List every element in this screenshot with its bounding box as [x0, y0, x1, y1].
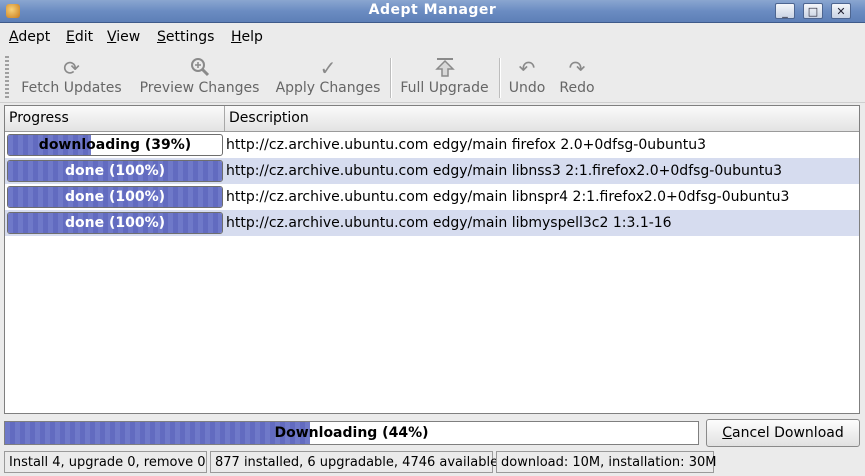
menu-mnemonic: S	[157, 29, 166, 45]
toolbar-grip[interactable]	[5, 56, 9, 98]
menu-mnemonic: A	[9, 29, 19, 45]
redo-button[interactable]: ↷ Redo	[556, 56, 598, 100]
row-progress-text: downloading (39%)	[38, 137, 192, 153]
close-button[interactable]: ✕	[831, 3, 851, 19]
menu-label: dit	[74, 29, 94, 45]
list-row[interactable]: done (100%) http://cz.archive.ubuntu.com…	[5, 210, 859, 236]
cancel-download-button[interactable]: Cancel Download	[706, 419, 860, 447]
preview-changes-button[interactable]: Preview Changes	[134, 56, 265, 100]
row-progress-text: done (100%)	[64, 163, 166, 179]
toolbar-separator	[390, 58, 392, 98]
list-row[interactable]: downloading (39%) http://cz.archive.ubun…	[5, 132, 859, 158]
menu-label: dept	[18, 29, 51, 45]
maximize-button[interactable]: □	[803, 3, 823, 19]
row-progress-text: done (100%)	[64, 215, 166, 231]
menu-mnemonic: E	[66, 29, 75, 45]
download-list[interactable]: Progress Description downloading (39%) h…	[4, 105, 860, 414]
menu-adept[interactable]: Adept	[9, 29, 50, 45]
row-progress-text: done (100%)	[64, 189, 166, 205]
menu-help[interactable]: Help	[231, 29, 263, 45]
row-description: http://cz.archive.ubuntu.com edgy/main f…	[226, 137, 707, 153]
full-upgrade-button[interactable]: Full Upgrade	[397, 56, 492, 100]
row-description: http://cz.archive.ubuntu.com edgy/main l…	[226, 189, 790, 205]
cancel-label: ancel Download	[732, 425, 844, 441]
row-progress-bar: downloading (39%)	[7, 134, 223, 156]
list-row[interactable]: done (100%) http://cz.archive.ubuntu.com…	[5, 184, 859, 210]
title-bar: Adept Manager _ □ ✕	[0, 0, 865, 23]
toolbar: ⟳ Fetch Updates Preview Changes ✓ Apply …	[0, 52, 865, 103]
redo-icon: ↷	[568, 56, 586, 80]
menu-settings[interactable]: Settings	[157, 29, 214, 45]
list-row[interactable]: done (100%) http://cz.archive.ubuntu.com…	[5, 158, 859, 184]
overall-progress-bar: Downloading (44%)	[4, 421, 699, 445]
upgrade-arrow-icon	[397, 56, 492, 80]
status-bar: Install 4, upgrade 0, remove 0 877 insta…	[0, 450, 865, 476]
undo-button[interactable]: ↶ Undo	[506, 56, 548, 100]
apply-changes-label: Apply Changes	[275, 80, 381, 96]
menu-view[interactable]: View	[107, 29, 140, 45]
menu-label: iew	[116, 29, 141, 45]
row-description: http://cz.archive.ubuntu.com edgy/main l…	[226, 163, 783, 179]
preview-changes-label: Preview Changes	[139, 80, 260, 96]
refresh-icon: ⟳	[63, 56, 80, 80]
menu-edit[interactable]: Edit	[66, 29, 93, 45]
apply-changes-button[interactable]: ✓ Apply Changes	[272, 56, 384, 100]
row-progress-bar: done (100%)	[7, 160, 223, 182]
undo-icon: ↶	[518, 56, 536, 80]
fetch-updates-label: Fetch Updates	[21, 80, 122, 96]
fetch-updates-button[interactable]: ⟳ Fetch Updates	[16, 56, 127, 100]
menu-label: ettings	[165, 29, 215, 45]
toolbar-separator	[499, 58, 501, 98]
cancel-mnemonic: C	[722, 425, 733, 441]
window-title: Adept Manager	[368, 2, 497, 18]
menu-mnemonic: V	[107, 29, 117, 45]
redo-label: Redo	[559, 80, 595, 96]
menu-label: elp	[241, 29, 263, 45]
full-upgrade-label: Full Upgrade	[400, 80, 489, 96]
menu-mnemonic: H	[231, 29, 242, 45]
minimize-button[interactable]: _	[775, 3, 795, 19]
row-progress-bar: done (100%)	[7, 186, 223, 208]
menu-bar: Adept Edit View Settings Help	[0, 23, 865, 51]
overall-progress-text: Downloading (44%)	[274, 425, 429, 441]
status-packages: 877 installed, 6 upgradable, 4746 availa…	[210, 451, 498, 473]
column-header-progress[interactable]: Progress	[5, 106, 225, 131]
column-header-description[interactable]: Description	[225, 106, 859, 131]
row-description: http://cz.archive.ubuntu.com edgy/main l…	[226, 215, 672, 231]
checkmark-icon: ✓	[319, 56, 337, 80]
zoom-icon	[134, 56, 265, 80]
undo-label: Undo	[508, 80, 546, 96]
status-sizes: download: 10M, installation: 30M	[496, 451, 716, 473]
list-header: Progress Description	[5, 106, 859, 132]
status-changes: Install 4, upgrade 0, remove 0	[4, 451, 207, 473]
row-progress-bar: done (100%)	[7, 212, 223, 234]
